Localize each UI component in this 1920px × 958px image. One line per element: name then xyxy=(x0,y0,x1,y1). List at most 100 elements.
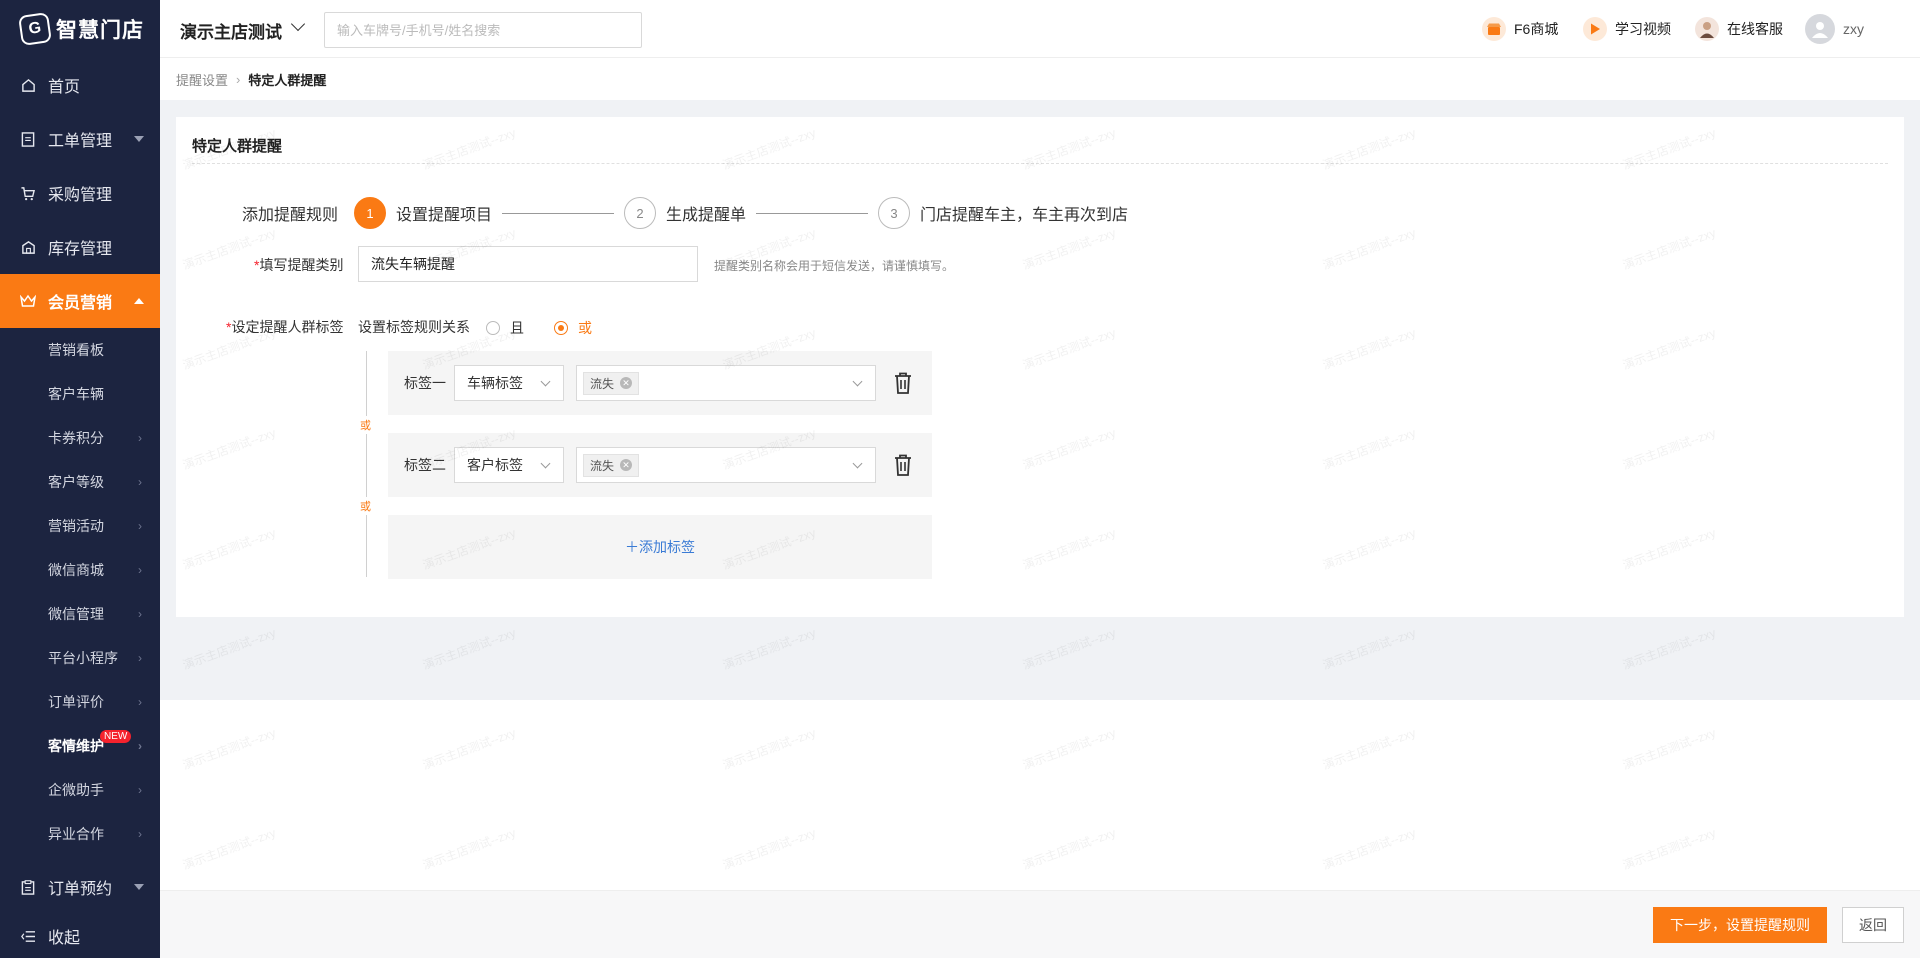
sub-item-customer-care[interactable]: 客情维护 NEW › xyxy=(0,724,160,768)
sub-item-label: 订单评价 xyxy=(48,694,104,710)
user-avatar-icon xyxy=(1805,14,1835,44)
tag-chip-label: 流失 xyxy=(590,458,615,473)
home-icon xyxy=(20,77,36,93)
learning-videos-label: 学习视频 xyxy=(1615,21,1671,37)
sub-item-label: 营销看板 xyxy=(48,342,104,358)
sub-item-platform-miniprogram[interactable]: 平台小程序 › xyxy=(0,636,160,680)
or-connector: 或 xyxy=(359,416,372,434)
chevron-down-icon xyxy=(540,458,551,469)
chevron-down-icon xyxy=(134,884,144,890)
breadcrumb-parent[interactable]: 提醒设置 xyxy=(176,70,228,89)
radio-dot xyxy=(486,321,500,335)
watermark-text: 演示主店测试--zxy xyxy=(420,825,518,873)
chevron-right-icon: › xyxy=(138,607,142,621)
radio-and[interactable]: 且 xyxy=(486,318,524,338)
nav-item-label: 采购管理 xyxy=(48,187,113,204)
crowd-tag-label: *设定提醒人群标签 xyxy=(226,317,343,337)
sub-item-label: 微信商城 xyxy=(48,562,104,578)
watermark-text: 演示主店测试--zxy xyxy=(1320,725,1418,773)
relation-bracket xyxy=(366,351,367,577)
tag-value-select[interactable]: 流失 ✕ xyxy=(576,447,876,483)
next-step-button[interactable]: 下一步，设置提醒规则 xyxy=(1653,907,1827,943)
nav-item-label: 工单管理 xyxy=(48,133,113,150)
nav-item-order-reservation[interactable]: 订单预约 xyxy=(0,860,160,914)
f6-mall-link[interactable]: F6商城 xyxy=(1482,17,1558,41)
chevron-right-icon: › xyxy=(138,431,142,445)
chevron-right-icon: › xyxy=(138,651,142,665)
chevron-down-icon[interactable] xyxy=(290,16,306,32)
step-label: 生成提醒单 xyxy=(666,207,747,224)
tag-type-select[interactable]: 客户标签 xyxy=(454,447,564,483)
category-hint: 提醒类别名称会用于短信发送，请谨慎填写。 xyxy=(714,259,955,273)
sub-item-wechat-management[interactable]: 微信管理 › xyxy=(0,592,160,636)
sub-item-label: 平台小程序 xyxy=(48,650,118,666)
chevron-right-icon: › xyxy=(138,739,142,753)
tag-rule-row: 标签一 车辆标签 流失 ✕ xyxy=(388,351,932,415)
collapse-icon xyxy=(20,928,36,944)
tag-type-value: 客户标签 xyxy=(467,457,523,473)
watermark-text: 演示主店测试--zxy xyxy=(180,825,278,873)
online-support-link[interactable]: 在线客服 xyxy=(1695,17,1783,41)
user-menu[interactable]: zxy xyxy=(1805,14,1864,44)
tag-value-select[interactable]: 流失 ✕ xyxy=(576,365,876,401)
f6-mall-label: F6商城 xyxy=(1514,21,1559,37)
nav-item-inventory[interactable]: 库存管理 xyxy=(0,220,160,274)
logo-text: 智慧门店 xyxy=(56,19,144,42)
warehouse-icon xyxy=(20,239,36,255)
collapse-sidebar-button[interactable]: 收起 xyxy=(0,914,160,958)
sub-item-wecom-assistant[interactable]: 企微助手 › xyxy=(0,768,160,812)
step-connector xyxy=(756,212,869,214)
close-icon[interactable]: ✕ xyxy=(620,459,633,471)
chevron-up-icon xyxy=(134,298,144,304)
tag-chip: 流失 ✕ xyxy=(583,453,640,477)
breadcrumb-current: 特定人群提醒 xyxy=(248,73,327,88)
chevron-down-icon xyxy=(852,376,863,387)
watermark-text: 演示主店测试--zxy xyxy=(420,725,518,773)
chevron-down-icon xyxy=(852,458,863,469)
watermark-text: 演示主店测试--zxy xyxy=(720,825,818,873)
category-input[interactable]: 流失车辆提醒 xyxy=(358,246,698,282)
document-icon xyxy=(20,131,36,147)
trash-icon[interactable] xyxy=(892,453,914,477)
play-icon xyxy=(1583,17,1607,41)
tag-rule-row: 标签二 客户标签 流失 ✕ xyxy=(388,433,932,497)
nav-item-purchasing[interactable]: 采购管理 xyxy=(0,166,160,220)
nav-item-home[interactable]: 首页 xyxy=(0,58,160,112)
logo-mark-icon: G xyxy=(18,12,52,46)
step-number: 1 xyxy=(354,197,387,229)
radio-or[interactable]: 或 xyxy=(554,318,592,338)
step-label: 门店提醒车主，车主再次到店 xyxy=(920,207,1129,224)
breadcrumb: 提醒设置 › 特定人群提醒 xyxy=(176,70,326,89)
back-button[interactable]: 返回 xyxy=(1842,907,1904,943)
nav-item-label: 订单预约 xyxy=(48,881,113,898)
sub-item-marketing-board[interactable]: 营销看板 xyxy=(0,328,160,372)
nav-item-work-orders[interactable]: 工单管理 xyxy=(0,112,160,166)
store-selector[interactable]: 演示主店测试 xyxy=(180,18,282,43)
sub-item-label: 客情维护 xyxy=(48,738,104,754)
sub-item-label: 客户车辆 xyxy=(48,386,104,402)
trash-icon[interactable] xyxy=(892,371,914,395)
chevron-right-icon: › xyxy=(138,563,142,577)
sub-item-customer-vehicles[interactable]: 客户车辆 xyxy=(0,372,160,416)
watermark-text: 演示主店测试--zxy xyxy=(1620,825,1718,873)
nav-item-member-marketing[interactable]: 会员营销 xyxy=(0,274,160,328)
close-icon[interactable]: ✕ xyxy=(620,377,633,389)
chevron-right-icon: › xyxy=(138,783,142,797)
breadcrumb-separator-icon: › xyxy=(236,72,241,87)
steps-lead-label: 添加提醒规则 xyxy=(242,207,339,224)
add-tag-button[interactable]: ＋添加标签 xyxy=(388,515,932,579)
sub-item-cross-industry[interactable]: 异业合作 › xyxy=(0,812,160,856)
sub-item-wechat-mall[interactable]: 微信商城 › xyxy=(0,548,160,592)
search-input[interactable] xyxy=(324,12,642,48)
logo[interactable]: G 智慧门店 xyxy=(0,0,160,58)
footer-bar: 下一步，设置提醒规则 返回 xyxy=(160,890,1920,958)
watermark-text: 演示主店测试--zxy xyxy=(180,725,278,773)
sub-item-order-reviews[interactable]: 订单评价 › xyxy=(0,680,160,724)
tag-type-select[interactable]: 车辆标签 xyxy=(454,365,564,401)
sub-item-marketing-activities[interactable]: 营销活动 › xyxy=(0,504,160,548)
step-label: 设置提醒项目 xyxy=(396,207,493,224)
learning-videos-link[interactable]: 学习视频 xyxy=(1583,17,1671,41)
sub-item-customer-levels[interactable]: 客户等级 › xyxy=(0,460,160,504)
sub-item-coupons-points[interactable]: 卡券积分 › xyxy=(0,416,160,460)
chevron-down-icon xyxy=(134,136,144,142)
